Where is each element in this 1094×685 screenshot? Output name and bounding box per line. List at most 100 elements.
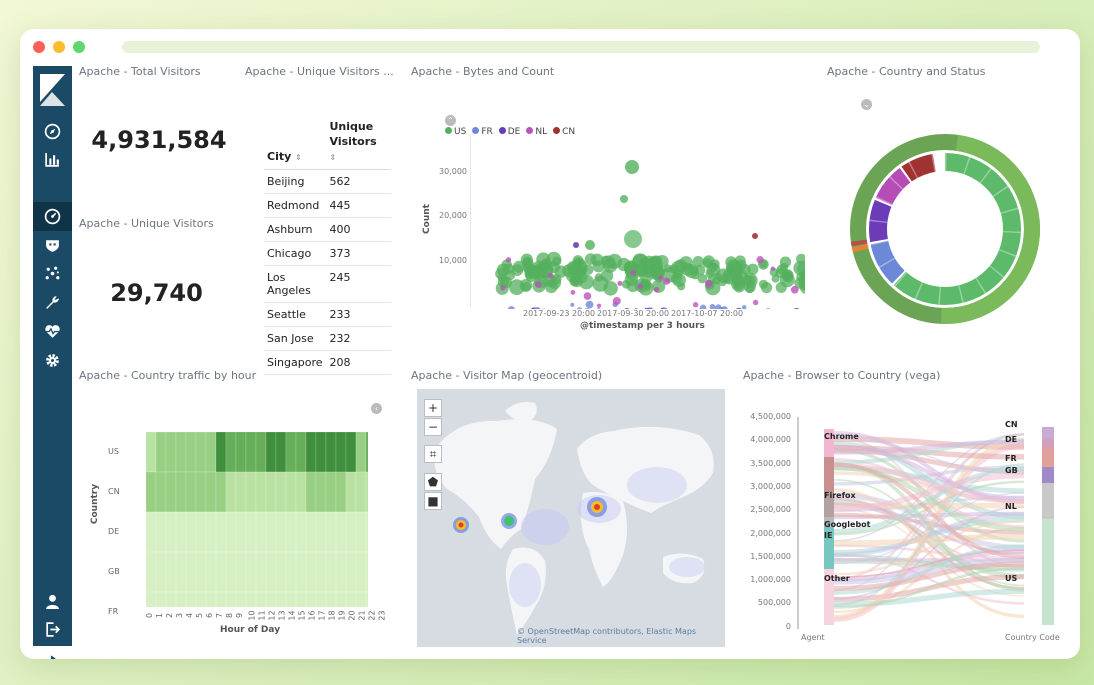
heatmap-cell[interactable] <box>145 511 157 553</box>
heatmap-cell[interactable] <box>325 431 337 473</box>
heatmap-cell[interactable] <box>185 591 197 607</box>
scatter-point[interactable] <box>625 160 639 174</box>
heatmap-cell[interactable] <box>345 551 357 593</box>
heatmap-cell[interactable] <box>285 591 297 607</box>
scatter-point[interactable] <box>649 256 659 266</box>
scatter-point[interactable] <box>624 230 642 248</box>
heatmap-cell[interactable] <box>315 511 327 553</box>
scatter-point[interactable] <box>760 282 773 294</box>
heatmap-cell[interactable] <box>265 591 277 607</box>
scatter-point[interactable] <box>552 256 562 266</box>
scatter-point[interactable] <box>764 308 772 309</box>
heatmap-cell[interactable] <box>235 551 247 593</box>
heatmap-cell[interactable] <box>195 551 207 593</box>
scatter-point[interactable] <box>596 303 602 308</box>
user-icon[interactable] <box>44 593 61 610</box>
heatmap-cell[interactable] <box>155 591 167 607</box>
heartbeat-icon[interactable] <box>44 323 61 340</box>
heatmap-cell[interactable] <box>295 431 307 473</box>
scatter-point[interactable] <box>500 285 506 291</box>
heatmap-cell[interactable] <box>335 591 347 607</box>
table-row[interactable]: San Jose 232 <box>264 326 391 351</box>
gear-icon[interactable] <box>44 352 61 369</box>
heatmap-cell[interactable] <box>345 511 357 553</box>
heatmap-cell[interactable] <box>195 431 207 473</box>
heatmap-cell[interactable] <box>175 471 187 513</box>
scatter-point[interactable] <box>570 290 576 295</box>
bar-chart-icon[interactable] <box>44 151 61 168</box>
heatmap-cell[interactable] <box>325 471 337 513</box>
heatmap-cell[interactable] <box>335 431 347 473</box>
heatmap-cell[interactable] <box>145 431 157 473</box>
heatmap-cell[interactable] <box>235 591 247 607</box>
heatmap-cell[interactable] <box>255 511 267 553</box>
country-node[interactable] <box>1042 427 1054 439</box>
heatmap-cell[interactable] <box>285 551 297 593</box>
table-row[interactable]: Ashburn 400 <box>264 217 391 242</box>
heatmap-cell[interactable] <box>165 591 177 607</box>
wrench-icon[interactable] <box>44 294 61 311</box>
scatter-point[interactable] <box>790 285 799 294</box>
scatter-point[interactable] <box>735 259 747 271</box>
heatmap-cell[interactable] <box>195 591 207 607</box>
heatmap-cell[interactable] <box>225 431 237 473</box>
heatmap-cell[interactable] <box>265 551 277 593</box>
scatter-point[interactable] <box>771 274 780 283</box>
heatmap-cell[interactable] <box>345 471 357 513</box>
heatmap-cell[interactable] <box>295 511 307 553</box>
heatmap-cell[interactable] <box>235 471 247 513</box>
heatmap-cell[interactable] <box>365 551 368 593</box>
heatmap-cell[interactable] <box>255 591 267 607</box>
heatmap-cell[interactable] <box>325 551 337 593</box>
heatmap-cell[interactable] <box>295 551 307 593</box>
draw-rectangle-button[interactable]: ■ <box>424 492 442 510</box>
heatmap-cell[interactable] <box>225 591 237 607</box>
heatmap-cell[interactable] <box>225 551 237 593</box>
scatter-point[interactable] <box>601 255 616 269</box>
heatmap-cell[interactable] <box>335 511 347 553</box>
country-node[interactable] <box>1042 519 1054 625</box>
heatmap-cell[interactable] <box>215 551 227 593</box>
heatmap-cell[interactable] <box>365 471 368 513</box>
heatmap-cell[interactable] <box>315 471 327 513</box>
heatmap-cell[interactable] <box>225 511 237 553</box>
heatmap-cell[interactable] <box>215 471 227 513</box>
heatmap-cell[interactable] <box>245 471 257 513</box>
agent-node[interactable] <box>824 457 834 492</box>
heatmap-cell[interactable] <box>355 591 367 607</box>
heatmap-cell[interactable] <box>155 511 167 553</box>
compass-icon[interactable] <box>44 123 61 140</box>
scatter-point[interactable] <box>621 279 631 289</box>
scatter-point[interactable] <box>534 281 542 288</box>
heatmap-cell[interactable] <box>145 551 157 593</box>
heatmap-cell[interactable] <box>355 471 367 513</box>
heatmap-cell[interactable] <box>275 471 287 513</box>
heatmap-cell[interactable] <box>305 591 317 607</box>
scatter-point[interactable] <box>612 296 621 305</box>
heatmap-cell[interactable] <box>325 591 337 607</box>
heatmap-cell[interactable] <box>245 511 257 553</box>
scatter-point[interactable] <box>653 286 660 293</box>
draw-polygon-button[interactable]: ⬟ <box>424 473 442 491</box>
scatter-point[interactable] <box>617 280 623 286</box>
heatmap-cell[interactable] <box>305 511 317 553</box>
legend-toggle-icon[interactable]: ⌃ <box>445 115 456 126</box>
heatmap-cell[interactable] <box>275 591 287 607</box>
scatter-point[interactable] <box>525 271 537 282</box>
graph-icon[interactable] <box>44 265 61 282</box>
address-bar[interactable] <box>122 41 1040 53</box>
sort-icon[interactable]: ⇕ <box>330 153 337 162</box>
heatmap-cell[interactable] <box>245 551 257 593</box>
sort-icon[interactable]: ⇕ <box>295 153 302 162</box>
heatmap-cell[interactable] <box>175 551 187 593</box>
column-header-unique[interactable]: Unique Visitors ⇕ <box>326 115 391 170</box>
scatter-point[interactable] <box>643 266 655 278</box>
scatter-point[interactable] <box>692 302 699 308</box>
heatmap-cell[interactable] <box>145 471 157 513</box>
scatter-point[interactable] <box>756 256 764 264</box>
country-node[interactable] <box>1042 449 1054 467</box>
heatmap-cell[interactable] <box>275 551 287 593</box>
fit-bounds-button[interactable]: ⌗ <box>424 445 442 463</box>
scatter-point[interactable] <box>584 253 597 265</box>
heatmap-cell[interactable] <box>215 431 227 473</box>
